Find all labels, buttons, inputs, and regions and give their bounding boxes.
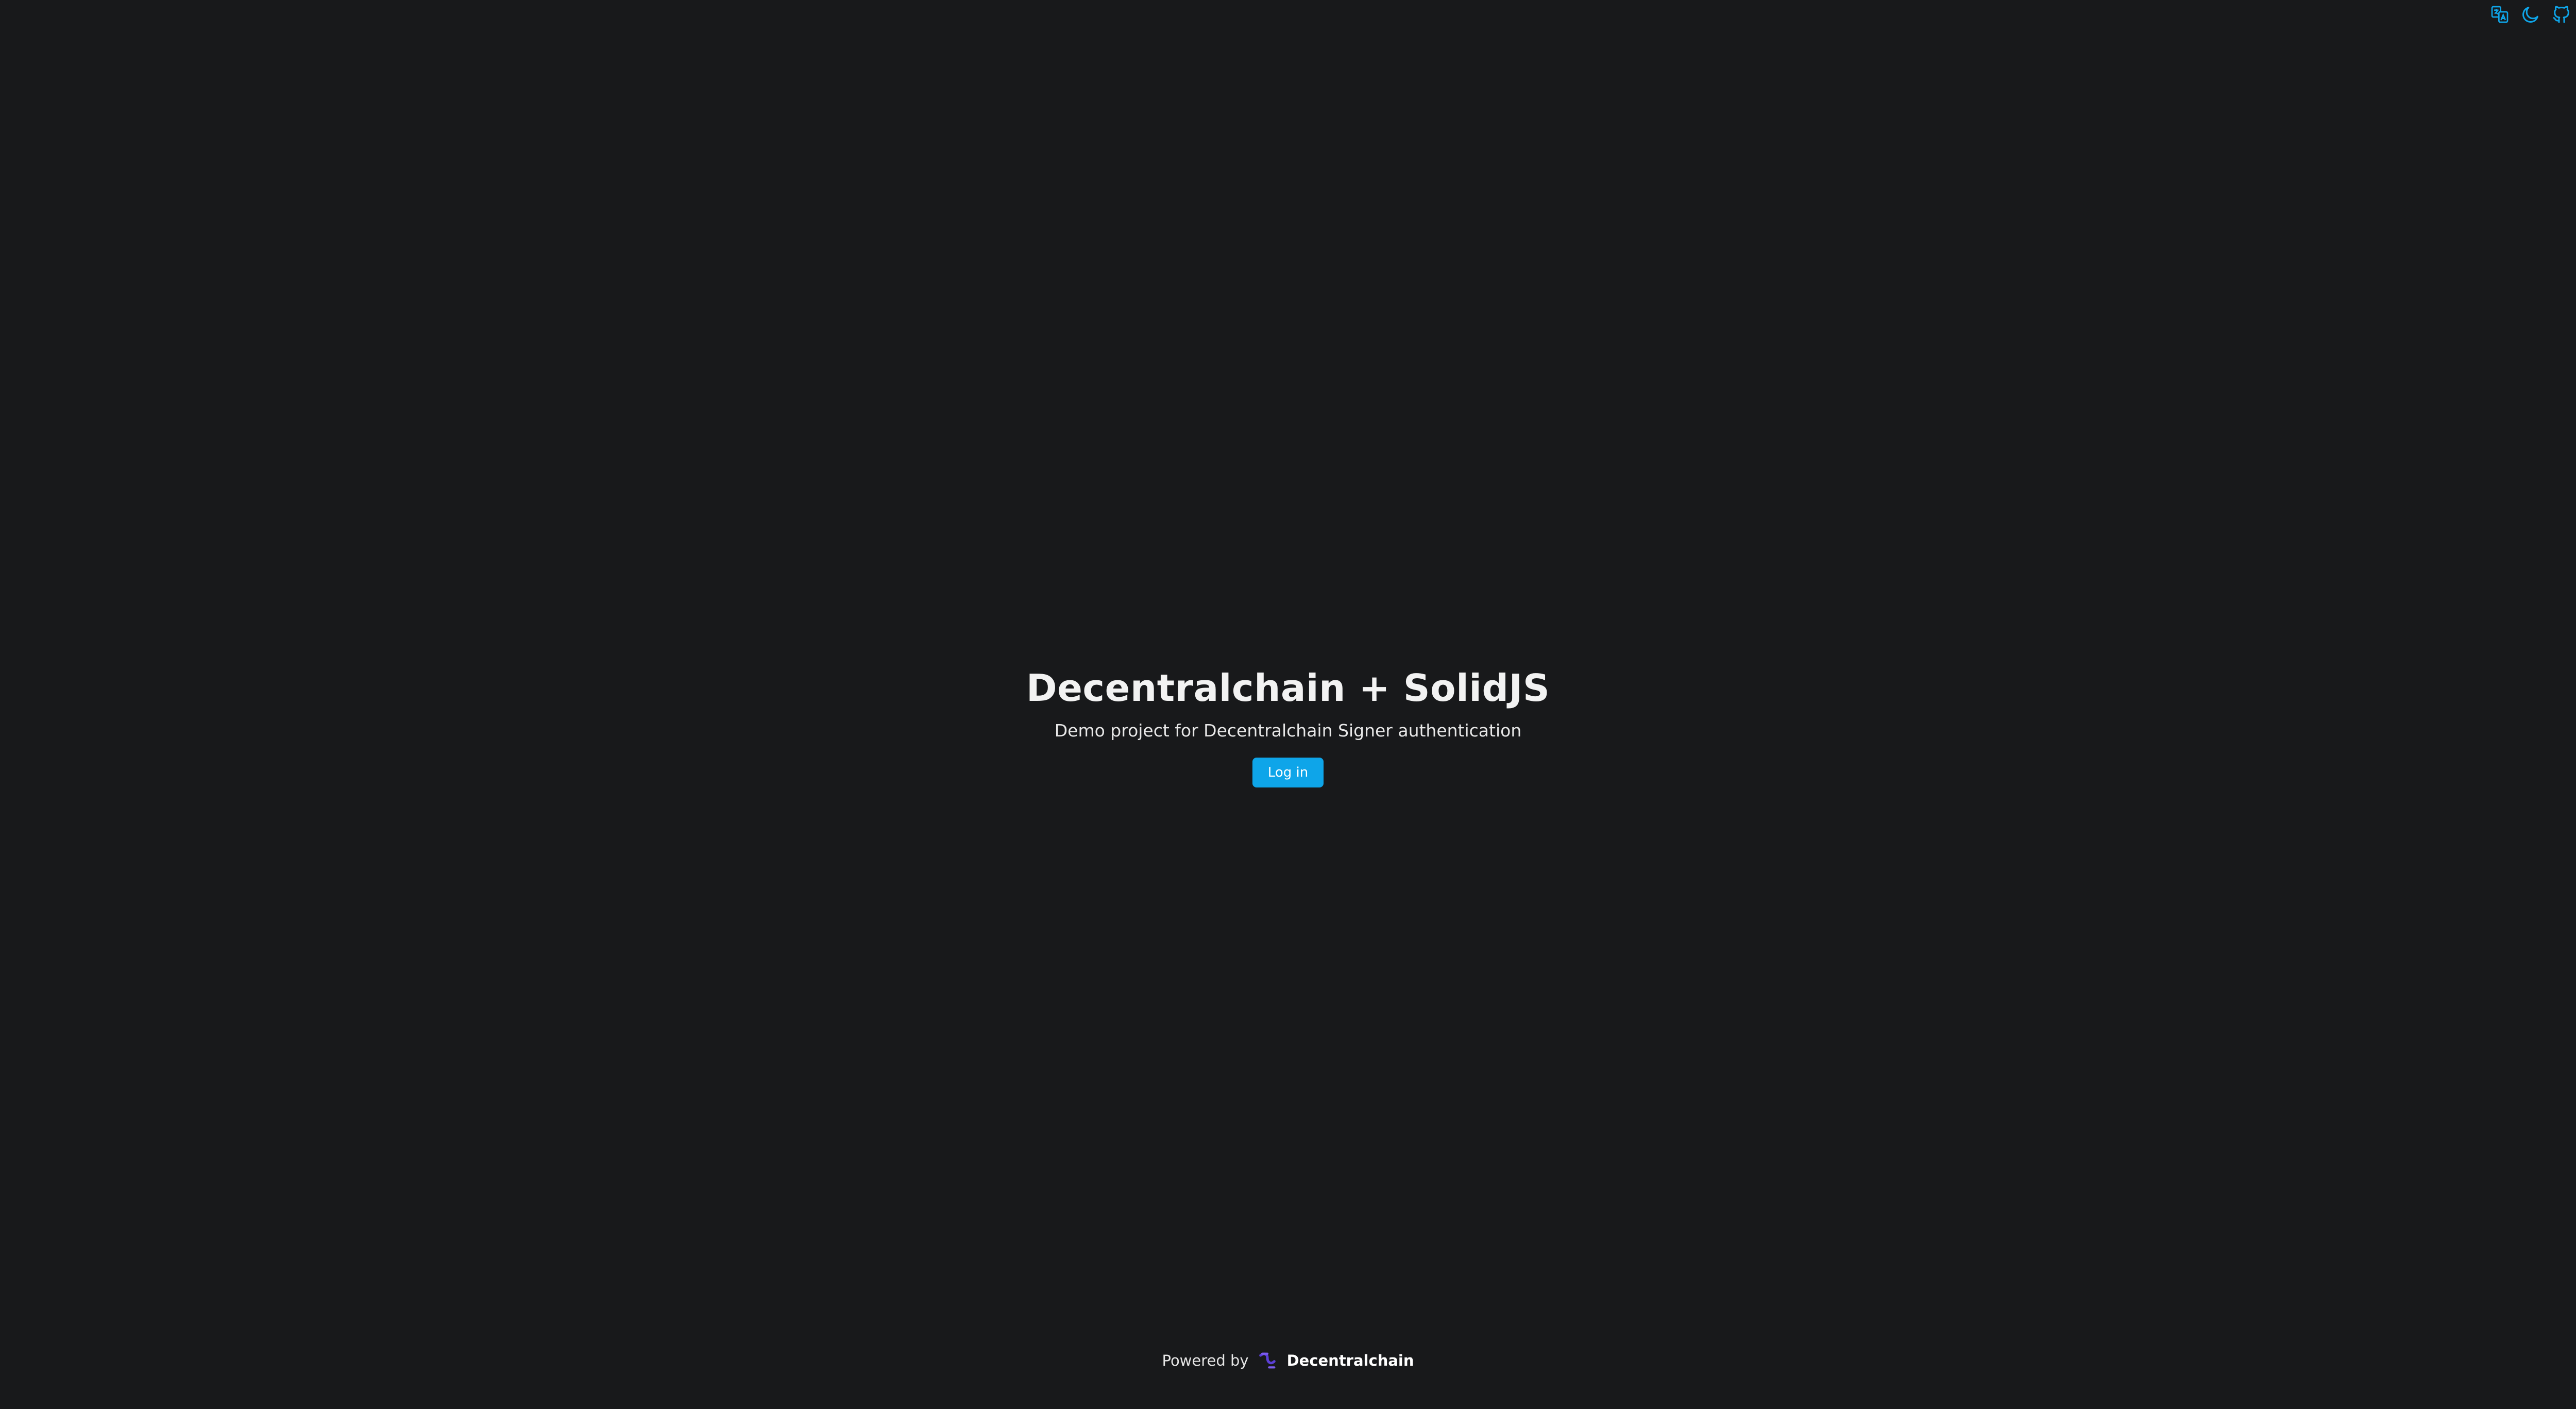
brand-link[interactable]: Decentralchain bbox=[1257, 1350, 1414, 1371]
page-subtitle: Demo project for Decentralchain Signer a… bbox=[1054, 720, 1522, 741]
top-toolbar bbox=[2489, 4, 2572, 25]
moon-icon[interactable] bbox=[2520, 4, 2541, 25]
brand-name: Decentralchain bbox=[1286, 1352, 1414, 1369]
translate-icon[interactable] bbox=[2489, 4, 2510, 25]
login-button[interactable]: Log in bbox=[1252, 758, 1324, 787]
hero-section: Decentralchain + SolidJS Demo project fo… bbox=[0, 665, 2576, 787]
decentralchain-logo-icon bbox=[1257, 1350, 1278, 1371]
footer: Powered by Decentralchain bbox=[0, 1350, 2576, 1371]
github-icon[interactable] bbox=[2551, 4, 2572, 25]
page-title: Decentralchain + SolidJS bbox=[1026, 666, 1550, 710]
powered-by-label: Powered by bbox=[1162, 1352, 1249, 1369]
